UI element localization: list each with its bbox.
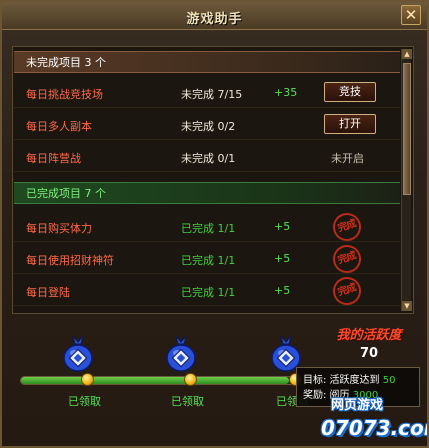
activity-progress-fill [21, 377, 290, 384]
tooltip-target-value: 50 [382, 375, 396, 386]
open-button[interactable]: 打开 [324, 114, 376, 134]
task-status: 已完成 1/1 [181, 254, 236, 267]
completed-stamp-icon: 完成 [329, 241, 365, 277]
activity-value: 70 [359, 346, 379, 361]
incomplete-section-header: 未完成项目 3 个 [14, 51, 400, 73]
task-points: +5 [274, 220, 291, 233]
scroll-up-arrow-icon[interactable]: ▲ [402, 49, 412, 59]
task-status: 已完成 1/1 [181, 286, 236, 299]
milestone-node [184, 373, 197, 386]
task-status: 未完成 0/1 [181, 152, 236, 165]
task-row-dungeon: 每日多人副本 未完成 0/2 打开 [14, 109, 400, 140]
completed-stamp-icon: 完成 [329, 273, 365, 309]
activity-progress-bar [20, 376, 320, 385]
reward-bag-icon[interactable] [165, 332, 197, 372]
task-name: 每日阵营战 [26, 152, 81, 165]
task-row-faction-battle: 每日阵营战 未完成 0/1 未开启 [14, 141, 400, 172]
task-status: 已完成 1/1 [181, 222, 236, 235]
activity-title: 我的活跃度 [336, 328, 402, 343]
task-name: 每日使用招财神符 [26, 254, 114, 267]
close-button[interactable]: ✕ [401, 5, 421, 25]
milestone-node [81, 373, 94, 386]
claimed-label: 已领取 [68, 395, 101, 408]
completed-stamp-icon: 完成 [329, 209, 365, 245]
watermark-number: 07073.com [321, 416, 427, 440]
task-row-daily-login: 每日登陆 已完成 1/1 +5 完成 [14, 273, 400, 309]
task-row-fortune-charm: 每日使用招财神符 已完成 1/1 +5 完成 [14, 241, 400, 277]
task-list-panel: 未完成项目 3 个 每日挑战竞技场 未完成 7/15 +35 竞技 每日多人副本… [12, 46, 414, 314]
not-open-label: 未开启 [331, 152, 364, 165]
task-status: 未完成 7/15 [181, 88, 243, 101]
task-status: 未完成 0/2 [181, 120, 236, 133]
tooltip-target-line: 目标: 活跃度达到 50 [303, 373, 413, 388]
reward-bag-icon[interactable] [62, 332, 94, 372]
task-points: +35 [274, 86, 298, 99]
complete-section-header: 已完成项目 7 个 [14, 182, 400, 204]
task-name: 每日登陆 [26, 286, 70, 299]
task-name: 每日购买体力 [26, 222, 92, 235]
watermark-text: 网页游戏 [330, 398, 383, 413]
title-bar: 游戏助手 ✕ [2, 2, 427, 30]
arena-button[interactable]: 竞技 [324, 82, 376, 102]
game-assistant-window: 游戏助手 ✕ 未完成项目 3 个 每日挑战竞技场 未完成 7/15 +35 竞技… [0, 0, 429, 448]
task-points: +5 [274, 252, 291, 265]
scroll-down-arrow-icon[interactable]: ▼ [402, 301, 412, 311]
list-scrollbar[interactable]: ▲ ▼ [401, 49, 412, 311]
window-title: 游戏助手 [186, 12, 243, 27]
task-row-buy-stamina: 每日购买体力 已完成 1/1 +5 完成 [14, 209, 400, 245]
claimed-label: 已领取 [171, 395, 204, 408]
task-name: 每日挑战竞技场 [26, 88, 103, 101]
site-watermark-logo: 网页游戏 07073.com [317, 392, 427, 446]
task-points: +5 [274, 284, 291, 297]
scroll-thumb[interactable] [403, 63, 411, 195]
reward-bag-icon[interactable] [270, 332, 302, 372]
task-row-arena: 每日挑战竞技场 未完成 7/15 +35 竞技 [14, 77, 400, 108]
task-name: 每日多人副本 [26, 120, 92, 133]
tooltip-target-label: 目标: 活跃度达到 [303, 375, 380, 386]
